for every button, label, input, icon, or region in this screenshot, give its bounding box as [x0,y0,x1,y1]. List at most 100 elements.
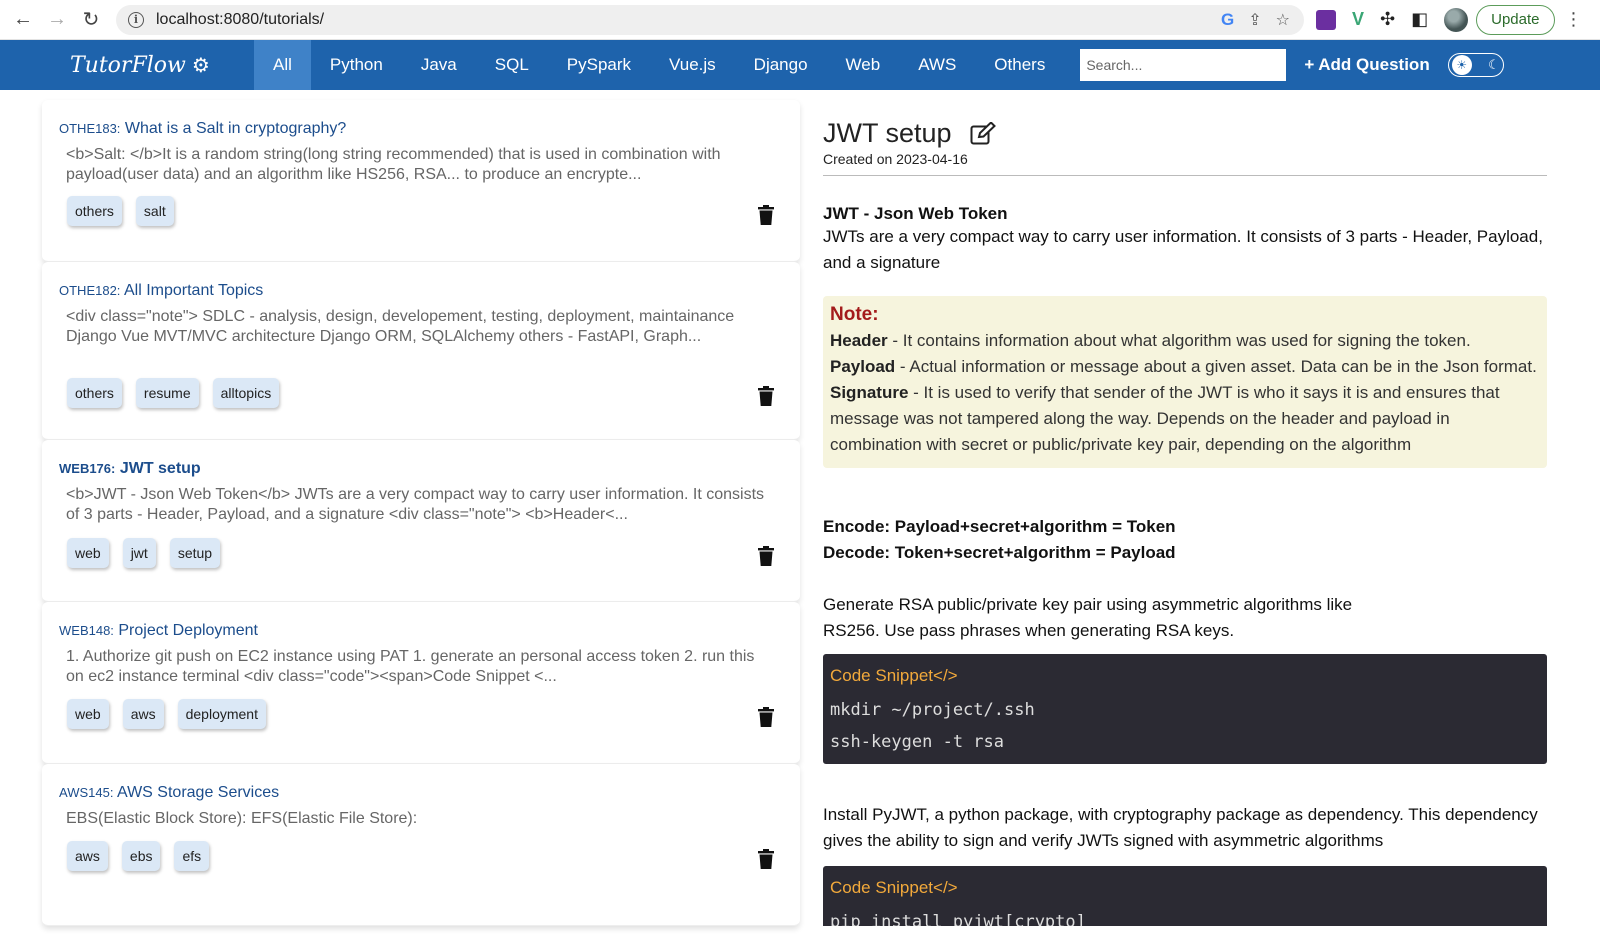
code-line: pip install pyjwt[crypto] [830,912,1086,926]
created-date: Created on 2023-04-16 [823,151,1547,176]
question-title-row[interactable]: WEB148: Project Deployment [59,622,782,640]
question-card[interactable]: OTHE182: All Important Topics <div class… [42,262,800,440]
plus-icon: + [1304,55,1315,74]
tag[interactable]: setup [169,538,221,568]
tag[interactable]: others [67,378,122,408]
tag[interactable]: deployment [177,699,266,729]
pyjwt-text: Install PyJWT, a python package, with cr… [823,805,1538,850]
google-icon[interactable]: G [1221,10,1234,30]
question-title[interactable]: What is a Salt in cryptography? [125,120,346,137]
address-bar[interactable]: i localhost:8080/tutorials/ G ⇪ ☆ [116,4,1304,35]
theme-toggle[interactable]: ☀ ☾ [1447,53,1504,77]
question-id: OTHE182: [59,283,121,298]
tag[interactable]: web [67,538,109,568]
question-list: OTHE183: What is a Salt in cryptography?… [42,100,800,926]
question-excerpt: 1. Authorize git push on EC2 instance us… [66,648,755,685]
share-icon[interactable]: ⇪ [1248,10,1261,30]
brand-name: TutorFlow [70,52,186,78]
code-line: ssh-keygen -t rsa [830,732,1004,752]
tag[interactable]: alltopics [212,378,280,408]
question-title[interactable]: All Important Topics [124,282,263,299]
code-snippet: Code Snippet</> pip install pyjwt[crypto… [823,866,1547,926]
tag[interactable]: efs [174,841,210,871]
question-title[interactable]: AWS Storage Services [117,784,279,801]
note-signature-label: Signature [830,383,909,402]
section-heading: JWT - Json Web Token [823,204,1008,223]
brand-logo[interactable]: TutorFlow ⚙ [70,53,254,78]
code-snippet: Code Snippet</> mkdir ~/project/.ssh ssh… [823,654,1547,764]
trash-icon[interactable] [758,546,774,566]
bookmark-star-icon[interactable]: ☆ [1276,10,1290,30]
menu-item-vuejs[interactable]: Vue.js [650,40,735,90]
menu-item-java[interactable]: Java [402,40,476,90]
question-card[interactable]: AWS145: AWS Storage Services EBS(Elastic… [42,764,800,926]
menu-item-others[interactable]: Others [975,40,1064,90]
puzzle-icon[interactable]: ✣ [1380,9,1395,30]
more-menu-icon[interactable]: ⋮ [1565,9,1583,30]
note-signature-line: Signature - It is used to verify that se… [830,380,1540,458]
tag[interactable]: salt [135,196,174,226]
menu-item-aws[interactable]: AWS [899,40,975,90]
code-snippet-header: Code Snippet</> [830,666,958,685]
menu-item-pyspark[interactable]: PySpark [548,40,650,90]
note-signature-text: - It is used to verify that sender of th… [830,383,1500,454]
side-panel-icon[interactable]: ◧ [1411,9,1428,30]
question-card[interactable]: OTHE183: What is a Salt in cryptography?… [42,100,800,262]
tag-list: others resume alltopics [67,378,280,408]
encode-decode-block: Encode: Payload+secret+algorithm = Token… [823,514,1547,566]
question-title-row[interactable]: WEB176: JWT setup [59,460,782,478]
question-id: AWS145: [59,785,114,800]
gears-icon: ⚙ [191,53,210,77]
menu-item-all[interactable]: All [254,40,311,90]
note-box: Note: Header - It contains information a… [823,296,1547,468]
question-detail: JWT setup Created on 2023-04-16 JWT - Js… [823,118,1547,926]
menu-item-web[interactable]: Web [827,40,900,90]
question-title-row[interactable]: OTHE183: What is a Salt in cryptography? [59,120,782,138]
tag[interactable]: web [67,699,109,729]
reload-button[interactable]: ↻ [74,3,108,37]
menu-item-sql[interactable]: SQL [476,40,548,90]
add-question-button[interactable]: + Add Question [1304,55,1429,75]
browser-toolbar: ← → ↻ i localhost:8080/tutorials/ G ⇪ ☆ … [0,0,1600,40]
tag-list: others salt [67,196,174,226]
search-input[interactable]: Search... [1080,49,1287,81]
site-info-icon[interactable]: i [128,11,144,28]
question-card[interactable]: WEB148: Project Deployment 1. Authorize … [42,602,800,764]
profile-avatar[interactable] [1444,7,1469,32]
trash-icon[interactable] [758,205,774,225]
tag[interactable]: others [67,196,122,226]
tag[interactable]: jwt [122,538,156,568]
tag[interactable]: ebs [121,841,161,871]
menu-item-django[interactable]: Django [735,40,827,90]
forward-button[interactable]: → [40,3,74,37]
tag[interactable]: resume [135,378,199,408]
trash-icon[interactable] [758,849,774,869]
add-question-label: Add Question [1318,55,1430,74]
menu-item-python[interactable]: Python [311,40,402,90]
back-button[interactable]: ← [6,3,40,37]
note-header-line: Header - It contains information about w… [830,328,1540,354]
note-payload-text: - Actual information or message about a … [895,357,1537,376]
tag[interactable]: aws [122,699,164,729]
question-title[interactable]: JWT setup [120,460,201,477]
question-card-selected[interactable]: WEB176: JWT setup <b>JWT - Json Web Toke… [42,440,800,602]
question-excerpt: <div class="note"> SDLC - analysis, desi… [66,308,735,345]
tag[interactable]: aws [67,841,108,871]
question-excerpt: <b>Salt: </b>It is a random string(long … [66,146,721,183]
update-button[interactable]: Update [1476,4,1555,35]
edit-icon[interactable] [970,121,996,146]
extension-icon[interactable] [1316,9,1336,30]
trash-icon[interactable] [758,386,774,406]
arrow-left-icon: ← [13,8,33,30]
note-header-text: - It contains information about what alg… [887,331,1471,350]
note-payload-line: Payload - Actual information or message … [830,354,1540,380]
encode-line: Encode: Payload+secret+algorithm = Token [823,517,1176,536]
vue-devtools-icon[interactable]: V [1352,9,1364,30]
question-title[interactable]: Project Deployment [118,622,258,639]
code-snippet-header: Code Snippet</> [830,878,958,897]
category-menu: All Python Java SQL PySpark Vue.js Djang… [254,40,1064,90]
trash-icon[interactable] [758,707,774,727]
question-title-row[interactable]: AWS145: AWS Storage Services [59,784,782,802]
question-id: WEB176: [59,461,116,476]
question-title-row[interactable]: OTHE182: All Important Topics [59,282,782,300]
